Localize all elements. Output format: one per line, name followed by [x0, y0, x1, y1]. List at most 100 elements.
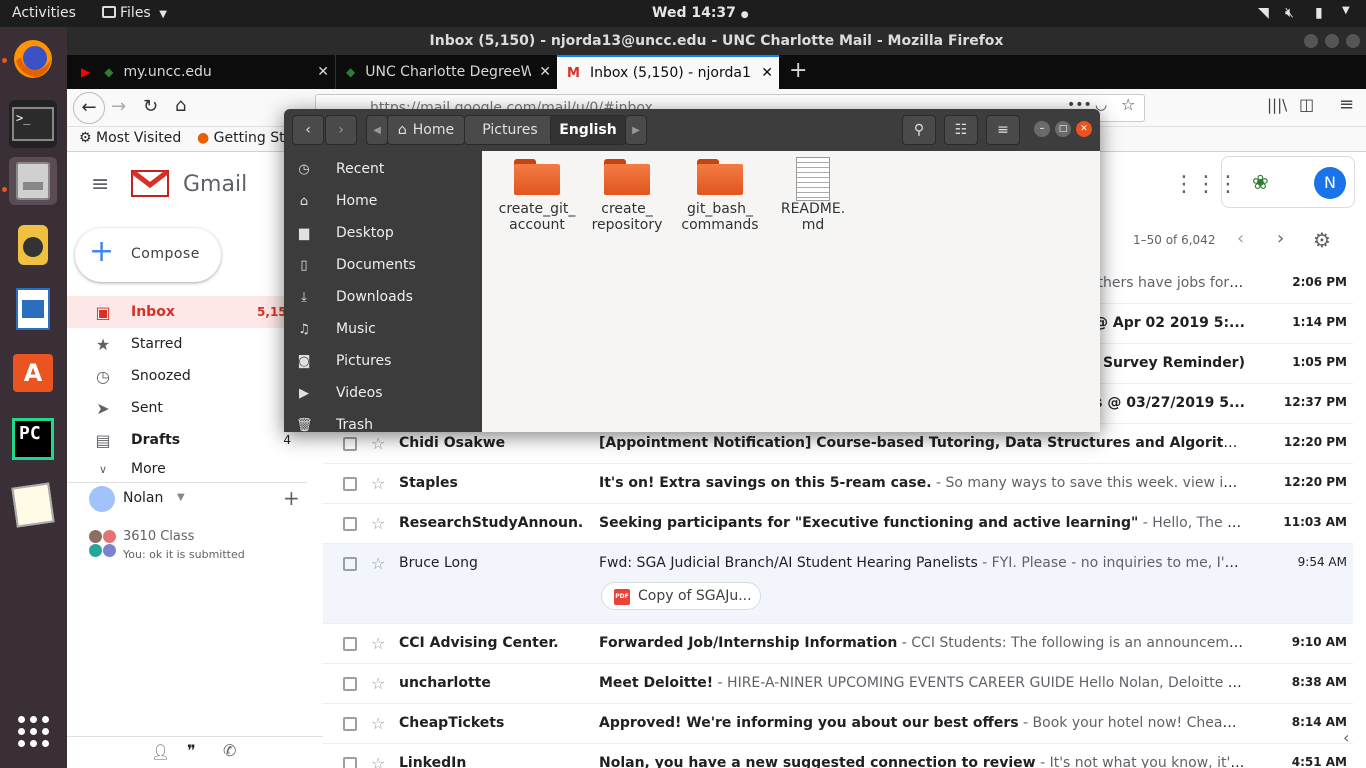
path-segment-home[interactable]: ⌂ Home — [387, 115, 465, 145]
activities-button[interactable]: Activities — [12, 5, 76, 21]
path-segment-english[interactable]: English — [550, 115, 626, 145]
folder-git-bash-commands[interactable]: git_bash_ commands — [673, 157, 767, 233]
place-desktop[interactable]: ▆ Desktop — [284, 217, 482, 249]
place-downloads[interactable]: ⤓ Downloads — [284, 281, 482, 313]
rhythmbox-launcher[interactable] — [9, 221, 57, 269]
minimize-icon[interactable]: – — [1034, 121, 1050, 137]
table-row[interactable]: ☆ CCI Advising Center. Forwarded Job/Int… — [323, 624, 1353, 664]
show-applications-button[interactable] — [9, 707, 57, 755]
minimize-icon[interactable] — [1304, 34, 1318, 48]
new-tab-button[interactable]: + — [789, 58, 807, 83]
menu-button[interactable]: ≡ — [986, 115, 1020, 145]
star-icon[interactable]: ☆ — [371, 714, 385, 733]
status-dropdown-icon[interactable]: ▼ — [177, 492, 185, 503]
avatar[interactable]: N — [1314, 167, 1346, 199]
path-scroll-left[interactable]: ◀ — [366, 115, 388, 145]
sidebar-toggle-icon[interactable]: ◫ — [1299, 95, 1314, 114]
place-trash[interactable]: 🗑︎ Trash — [284, 409, 482, 432]
folder-create-repository[interactable]: create_ repository — [580, 157, 674, 233]
star-icon[interactable]: ☆ — [371, 474, 385, 493]
sidebar-item-snoozed[interactable]: ◷ Snoozed — [67, 360, 307, 392]
back-button[interactable]: ‹ — [292, 115, 324, 145]
bookmark-most-visited[interactable]: ⚙ Most Visited — [79, 130, 181, 146]
star-icon[interactable]: ☆ — [371, 514, 385, 533]
system-menu-chevron-icon[interactable]: ▼ — [1342, 5, 1350, 16]
table-row[interactable]: ☆ Staples It's on! Extra savings on this… — [323, 464, 1353, 504]
side-panel-toggle-icon[interactable]: ‹ — [1343, 728, 1349, 747]
wifi-icon[interactable]: ◥ — [1258, 5, 1269, 21]
hangouts-chat-icon[interactable]: ❞ — [187, 741, 196, 760]
phone-icon[interactable]: ✆ — [223, 741, 236, 760]
bookmark-star-icon[interactable]: ☆ — [1121, 95, 1135, 114]
place-recent[interactable]: ◷ Recent — [284, 153, 482, 185]
row-checkbox[interactable] — [343, 437, 357, 451]
clock[interactable]: Wed 14:37 ● — [652, 5, 749, 21]
row-checkbox[interactable] — [343, 757, 357, 768]
sidebar-item-drafts[interactable]: ▤ Drafts 4 — [67, 424, 307, 456]
text-editor-launcher[interactable] — [9, 481, 57, 529]
row-checkbox[interactable] — [343, 517, 357, 531]
view-toggle-button[interactable]: ☷ — [944, 115, 978, 145]
sidebar-item-inbox[interactable]: ▣ Inbox 5,150 — [67, 296, 307, 328]
place-home[interactable]: ⌂ Home — [284, 185, 482, 217]
tab-my-uncc[interactable]: ▶ ◆ my.uncc.edu ✕ — [75, 55, 335, 89]
maximize-icon[interactable] — [1325, 34, 1339, 48]
new-conversation-icon[interactable]: + — [283, 486, 300, 510]
hamburger-menu-icon[interactable]: ≡ — [1339, 94, 1354, 115]
contacts-icon[interactable]: 👤︎ — [151, 743, 170, 761]
forward-button[interactable]: › — [325, 115, 357, 145]
pycharm-launcher[interactable]: PC — [9, 415, 57, 463]
star-icon[interactable]: ☆ — [371, 434, 385, 453]
close-icon[interactable] — [1346, 34, 1360, 48]
row-checkbox[interactable] — [343, 557, 357, 571]
row-checkbox[interactable] — [343, 717, 357, 731]
star-icon[interactable]: ☆ — [371, 634, 385, 653]
files-app-menu[interactable]: Files ▼ — [102, 5, 167, 21]
sidebar-item-more[interactable]: ∨ More — [67, 456, 307, 482]
close-tab-icon[interactable]: ✕ — [761, 65, 773, 81]
sidebar-item-starred[interactable]: ★ Starred — [67, 328, 307, 360]
home-button[interactable]: ⌂ — [175, 95, 186, 116]
star-icon[interactable]: ☆ — [371, 554, 385, 573]
row-checkbox[interactable] — [343, 677, 357, 691]
libreoffice-writer-launcher[interactable] — [9, 285, 57, 333]
star-icon[interactable]: ☆ — [371, 754, 385, 768]
hangouts-user-name[interactable]: Nolan — [123, 490, 163, 506]
star-icon[interactable]: ☆ — [371, 674, 385, 693]
place-videos[interactable]: ▶ Videos — [284, 377, 482, 409]
forward-button[interactable]: → — [111, 96, 126, 117]
path-segment-pictures[interactable]: Pictures — [464, 115, 556, 145]
search-button[interactable]: ⚲ — [902, 115, 936, 145]
bookmark-getting-started[interactable]: ● Getting St — [197, 130, 285, 146]
table-row[interactable]: ☆ LinkedIn Nolan, you have a new suggest… — [323, 744, 1353, 768]
path-scroll-right[interactable]: ▶ — [625, 115, 647, 145]
user-avatar-icon[interactable] — [89, 486, 115, 512]
main-menu-icon[interactable]: ≡ — [91, 172, 109, 197]
table-row[interactable]: ☆ Bruce Long Fwd: SGA Judicial Branch/AI… — [323, 544, 1353, 624]
close-tab-icon[interactable]: ✕ — [317, 64, 329, 80]
file-readme[interactable]: README. md — [766, 157, 860, 233]
table-row[interactable]: ☆ ResearchStudyAnnoun. Seeking participa… — [323, 504, 1353, 544]
place-documents[interactable]: ▯ Documents — [284, 249, 482, 281]
library-icon[interactable]: |||\ — [1267, 96, 1287, 114]
maximize-icon[interactable]: □ — [1055, 121, 1071, 137]
files-launcher[interactable] — [9, 157, 57, 205]
close-tab-icon[interactable]: ✕ — [539, 64, 551, 80]
battery-icon[interactable]: ▮ — [1315, 5, 1323, 21]
reload-button[interactable]: ↻ — [143, 96, 158, 117]
row-checkbox[interactable] — [343, 477, 357, 491]
place-music[interactable]: ♫ Music — [284, 313, 482, 345]
firefox-launcher[interactable] — [9, 35, 57, 83]
older-page-icon[interactable]: › — [1277, 228, 1284, 249]
software-center-launcher[interactable]: A — [9, 349, 57, 397]
newer-page-icon[interactable]: ‹ — [1237, 228, 1244, 249]
place-pictures[interactable]: ◙ Pictures — [284, 345, 482, 377]
row-checkbox[interactable] — [343, 637, 357, 651]
table-row[interactable]: ☆ uncharlotte Meet Deloitte! - HIRE-A-NI… — [323, 664, 1353, 704]
chat-title[interactable]: 3610 Class — [123, 529, 194, 544]
settings-gear-icon[interactable]: ⚙ — [1313, 228, 1331, 252]
volume-muted-icon[interactable]: 🔇︎ — [1285, 5, 1294, 21]
close-icon[interactable]: ✕ — [1076, 121, 1092, 137]
sidebar-item-sent[interactable]: ➤ Sent — [67, 392, 307, 424]
gmail-logo[interactable] — [131, 168, 169, 202]
